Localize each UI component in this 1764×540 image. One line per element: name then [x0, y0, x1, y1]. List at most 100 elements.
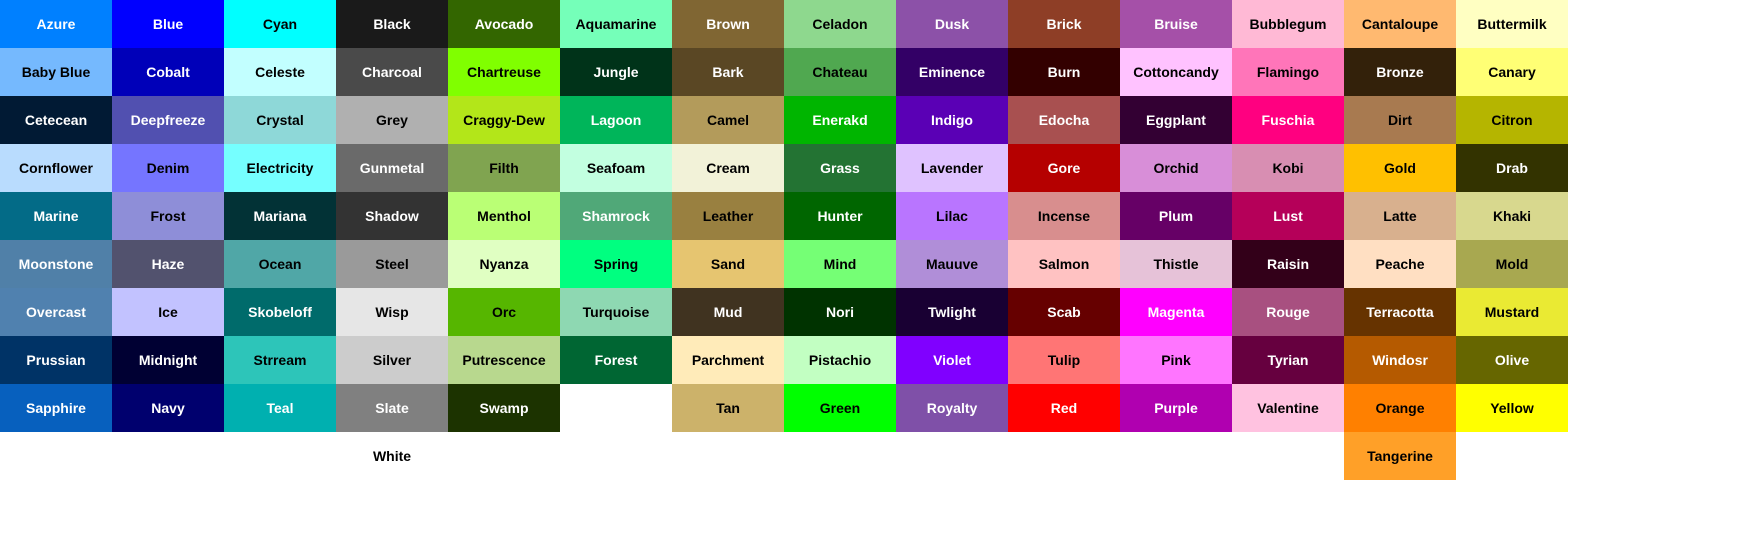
- color-swatch: Cantaloupe: [1344, 0, 1456, 48]
- color-swatch: Lust: [1232, 192, 1344, 240]
- color-swatch: Swamp: [448, 384, 560, 432]
- color-swatch: Baby Blue: [0, 48, 112, 96]
- color-swatch: Seafoam: [560, 144, 672, 192]
- color-swatch: Incense: [1008, 192, 1120, 240]
- color-swatch: Moonstone: [0, 240, 112, 288]
- color-swatch: Green: [784, 384, 896, 432]
- color-swatch: Camel: [672, 96, 784, 144]
- color-swatch: Mariana: [224, 192, 336, 240]
- color-swatch: Celadon: [784, 0, 896, 48]
- color-swatch: Edocha: [1008, 96, 1120, 144]
- color-swatch: Burn: [1008, 48, 1120, 96]
- color-swatch: Lagoon: [560, 96, 672, 144]
- color-swatch: Tyrian: [1232, 336, 1344, 384]
- color-swatch: Bruise: [1120, 0, 1232, 48]
- color-swatch: Windosr: [1344, 336, 1456, 384]
- color-swatch: Orc: [448, 288, 560, 336]
- color-swatch: Grass: [784, 144, 896, 192]
- color-swatch: Kobi: [1232, 144, 1344, 192]
- color-swatch: Black: [336, 0, 448, 48]
- color-swatch: Menthol: [448, 192, 560, 240]
- color-swatch: Eggplant: [1120, 96, 1232, 144]
- color-swatch: Charcoal: [336, 48, 448, 96]
- color-swatch: Cyan: [224, 0, 336, 48]
- color-swatch: Fuschia: [1232, 96, 1344, 144]
- color-swatch: Wisp: [336, 288, 448, 336]
- color-swatch: Grey: [336, 96, 448, 144]
- color-swatch: Peache: [1344, 240, 1456, 288]
- color-swatch: Tangerine: [1344, 432, 1456, 480]
- color-swatch: Parchment: [672, 336, 784, 384]
- color-swatch: Purple: [1120, 384, 1232, 432]
- color-swatch: Eminence: [896, 48, 1008, 96]
- color-swatch: Mustard: [1456, 288, 1568, 336]
- color-swatch: Hunter: [784, 192, 896, 240]
- color-swatch: Silver: [336, 336, 448, 384]
- color-swatch: Celeste: [224, 48, 336, 96]
- color-swatch: Strream: [224, 336, 336, 384]
- color-swatch: Nori: [784, 288, 896, 336]
- color-swatch: Turquoise: [560, 288, 672, 336]
- color-swatch: Gold: [1344, 144, 1456, 192]
- color-swatch: Cottoncandy: [1120, 48, 1232, 96]
- color-swatch: Putrescence: [448, 336, 560, 384]
- color-swatch: Electricity: [224, 144, 336, 192]
- color-swatch: Navy: [112, 384, 224, 432]
- color-swatch: Yellow: [1456, 384, 1568, 432]
- color-swatch: Gore: [1008, 144, 1120, 192]
- color-swatch: Dirt: [1344, 96, 1456, 144]
- color-swatch: Ocean: [224, 240, 336, 288]
- color-swatch: Chartreuse: [448, 48, 560, 96]
- color-swatch: Valentine: [1232, 384, 1344, 432]
- color-swatch: Sapphire: [0, 384, 112, 432]
- color-swatch: Cream: [672, 144, 784, 192]
- color-swatch: Mold: [1456, 240, 1568, 288]
- color-swatch: Bark: [672, 48, 784, 96]
- color-swatch: Aquamarine: [560, 0, 672, 48]
- color-swatch: Azure: [0, 0, 112, 48]
- color-swatch: Flamingo: [1232, 48, 1344, 96]
- color-swatch: Cetecean: [0, 96, 112, 144]
- color-swatch: Latte: [1344, 192, 1456, 240]
- color-swatch: Cornflower: [0, 144, 112, 192]
- color-swatch: Gunmetal: [336, 144, 448, 192]
- color-swatch: Deepfreeze: [112, 96, 224, 144]
- color-swatch: Filth: [448, 144, 560, 192]
- color-swatch: Forest: [560, 336, 672, 384]
- color-swatch: Citron: [1456, 96, 1568, 144]
- color-swatch: Olive: [1456, 336, 1568, 384]
- color-swatch: Pistachio: [784, 336, 896, 384]
- color-swatch: Canary: [1456, 48, 1568, 96]
- color-swatch: Ice: [112, 288, 224, 336]
- color-swatch: Brick: [1008, 0, 1120, 48]
- color-swatch: Dusk: [896, 0, 1008, 48]
- color-swatch: Tan: [672, 384, 784, 432]
- color-swatch: Prussian: [0, 336, 112, 384]
- color-swatch: Crystal: [224, 96, 336, 144]
- color-swatch: Salmon: [1008, 240, 1120, 288]
- color-swatch: Indigo: [896, 96, 1008, 144]
- color-swatch: Leather: [672, 192, 784, 240]
- color-swatch: Frost: [112, 192, 224, 240]
- color-swatch: Lavender: [896, 144, 1008, 192]
- color-swatch: White: [336, 432, 448, 480]
- color-swatch: Bubblegum: [1232, 0, 1344, 48]
- color-swatch: Scab: [1008, 288, 1120, 336]
- color-swatch: Lilac: [896, 192, 1008, 240]
- color-swatch: Avocado: [448, 0, 560, 48]
- color-swatch: Pink: [1120, 336, 1232, 384]
- color-swatch: Thistle: [1120, 240, 1232, 288]
- color-swatch: Steel: [336, 240, 448, 288]
- color-swatch: Cobalt: [112, 48, 224, 96]
- color-swatch: Khaki: [1456, 192, 1568, 240]
- color-swatch: Slate: [336, 384, 448, 432]
- color-swatch: Midnight: [112, 336, 224, 384]
- color-swatch: Bronze: [1344, 48, 1456, 96]
- color-swatch: Skobeloff: [224, 288, 336, 336]
- color-swatch: Magenta: [1120, 288, 1232, 336]
- color-swatch: Plum: [1120, 192, 1232, 240]
- color-swatch: Spring: [560, 240, 672, 288]
- color-swatch: Haze: [112, 240, 224, 288]
- color-swatch: Mud: [672, 288, 784, 336]
- color-swatch: Orange: [1344, 384, 1456, 432]
